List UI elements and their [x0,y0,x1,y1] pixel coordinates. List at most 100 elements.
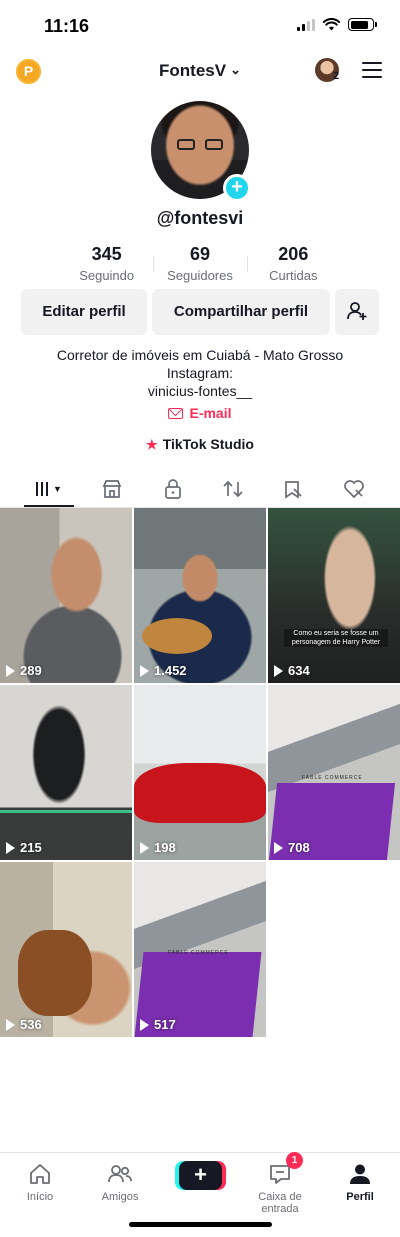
repost-icon [223,480,243,497]
video-views: 517 [140,1017,176,1032]
profile-icon [320,1161,400,1187]
tab-liked[interactable] [329,470,379,507]
views-count: 517 [154,1017,176,1032]
views-count: 1.452 [154,663,187,678]
play-icon [274,841,283,854]
email-label: E-mail [189,405,232,421]
caret-down-icon: ▼ [53,483,62,494]
video-views: 289 [6,663,42,678]
friends-icon [80,1161,160,1187]
video-tile[interactable]: FABLE COMMERCE 708 [268,685,400,860]
tiktok-studio-link[interactable]: ★ TikTok Studio [0,436,400,453]
add-person-icon [347,302,367,320]
nav-label: Início [26,1191,54,1203]
views-count: 536 [20,1017,42,1032]
tab-videos[interactable]: ▼ [24,470,74,507]
menu-icon[interactable] [362,62,382,78]
nav-profile[interactable]: Perfil [320,1161,400,1203]
bio-line: Instagram: [166,365,234,381]
status-indicators [297,18,377,31]
views-count: 708 [288,840,310,855]
bio-line: vinicius-fontes__ [147,383,253,399]
video-views: 634 [274,663,310,678]
play-icon [274,664,283,677]
stat-value: 69 [189,244,210,264]
signal-icon [297,18,315,31]
liked-icon [344,479,364,498]
account-switcher[interactable]: FontesV ⌄ [0,61,400,81]
share-profile-button[interactable]: Compartilhar perfil [152,289,330,335]
video-tile[interactable]: FABLE COMMERCE 517 [134,862,266,1037]
studio-label: TikTok Studio [162,436,254,452]
profile-actions: Editar perfil Compartilhar perfil [21,289,381,335]
stat-value: 206 [278,244,309,264]
nav-home[interactable]: Início [0,1161,80,1203]
video-tile[interactable]: 198 [134,685,266,860]
bio-line: Corretor de imóveis em Cuiabá - Mato Gro… [56,347,344,363]
views-count: 634 [288,663,310,678]
chevron-down-icon: ⌄ [230,62,241,77]
status-time: 11:16 [44,16,90,36]
led-strip [0,810,132,813]
battery-fill [350,20,369,29]
shop-icon [102,479,122,498]
play-icon [6,664,15,677]
create-button[interactable]: + [179,1161,222,1190]
video-views: 708 [274,840,310,855]
battery-icon [348,18,377,31]
profile-tabs: ▼ [0,470,400,508]
top-header: P FontesV ⌄ 2 [0,52,400,92]
play-icon [6,841,15,854]
play-icon [140,841,149,854]
nav-label: Caixa de entrada [258,1191,302,1215]
wifi-icon [323,18,340,31]
stat-label: Seguindo [79,268,135,283]
bookmark-icon [285,480,302,499]
active-tab-indicator [24,505,74,507]
stat-value: 345 [91,244,122,264]
nav-friends[interactable]: Amigos [80,1161,160,1203]
stat-followers[interactable]: 69 Seguidores [153,244,246,284]
video-tile[interactable]: 215 [0,685,132,860]
status-bar: 11:16 [0,0,400,52]
video-tile[interactable]: Como eu seria se fosse um personagem de … [268,508,400,683]
video-tile[interactable]: 1.452 [134,508,266,683]
tab-saved[interactable] [268,470,318,507]
email-link[interactable]: E-mail [0,405,400,421]
profile-handle: @fontesvi [156,208,244,228]
views-count: 198 [154,840,176,855]
accounts-count: 2 [333,70,340,82]
mail-icon [168,408,184,419]
grid-icon [36,481,49,496]
add-friends-button[interactable] [335,289,379,335]
tab-shop[interactable] [87,470,137,507]
video-views: 198 [140,840,176,855]
tab-private[interactable] [148,470,198,507]
profile-stats: 345 Seguindo 69 Seguidores 206 Curtidas [60,244,340,284]
video-tile[interactable]: 289 [0,508,132,683]
video-tile[interactable]: 536 [0,862,132,1037]
brand-watermark: FABLE COMMERCE [168,950,229,956]
add-avatar-button[interactable]: + [223,174,251,202]
inbox-badge: 1 [286,1152,303,1169]
tab-reposts[interactable] [208,470,258,507]
stat-following[interactable]: 345 Seguindo [60,244,153,284]
inbox-icon [240,1161,320,1187]
profile-bio: Corretor de imóveis em Cuiabá - Mato Gro… [0,346,400,400]
nav-label: Perfil [346,1191,374,1203]
lock-icon [165,478,181,499]
video-views: 215 [6,840,42,855]
stat-likes[interactable]: 206 Curtidas [246,244,340,284]
home-indicator[interactable] [129,1222,272,1227]
views-count: 289 [20,663,42,678]
home-icon [0,1161,80,1187]
video-views: 536 [6,1017,42,1032]
play-icon [140,1018,149,1031]
play-icon [6,1018,15,1031]
views-count: 215 [20,840,42,855]
stat-label: Seguidores [167,268,233,283]
edit-profile-button[interactable]: Editar perfil [21,289,147,335]
stat-label: Curtidas [269,268,318,283]
nav-inbox[interactable]: Caixa de entrada [240,1161,320,1215]
brand-watermark: FABLE COMMERCE [302,775,363,781]
